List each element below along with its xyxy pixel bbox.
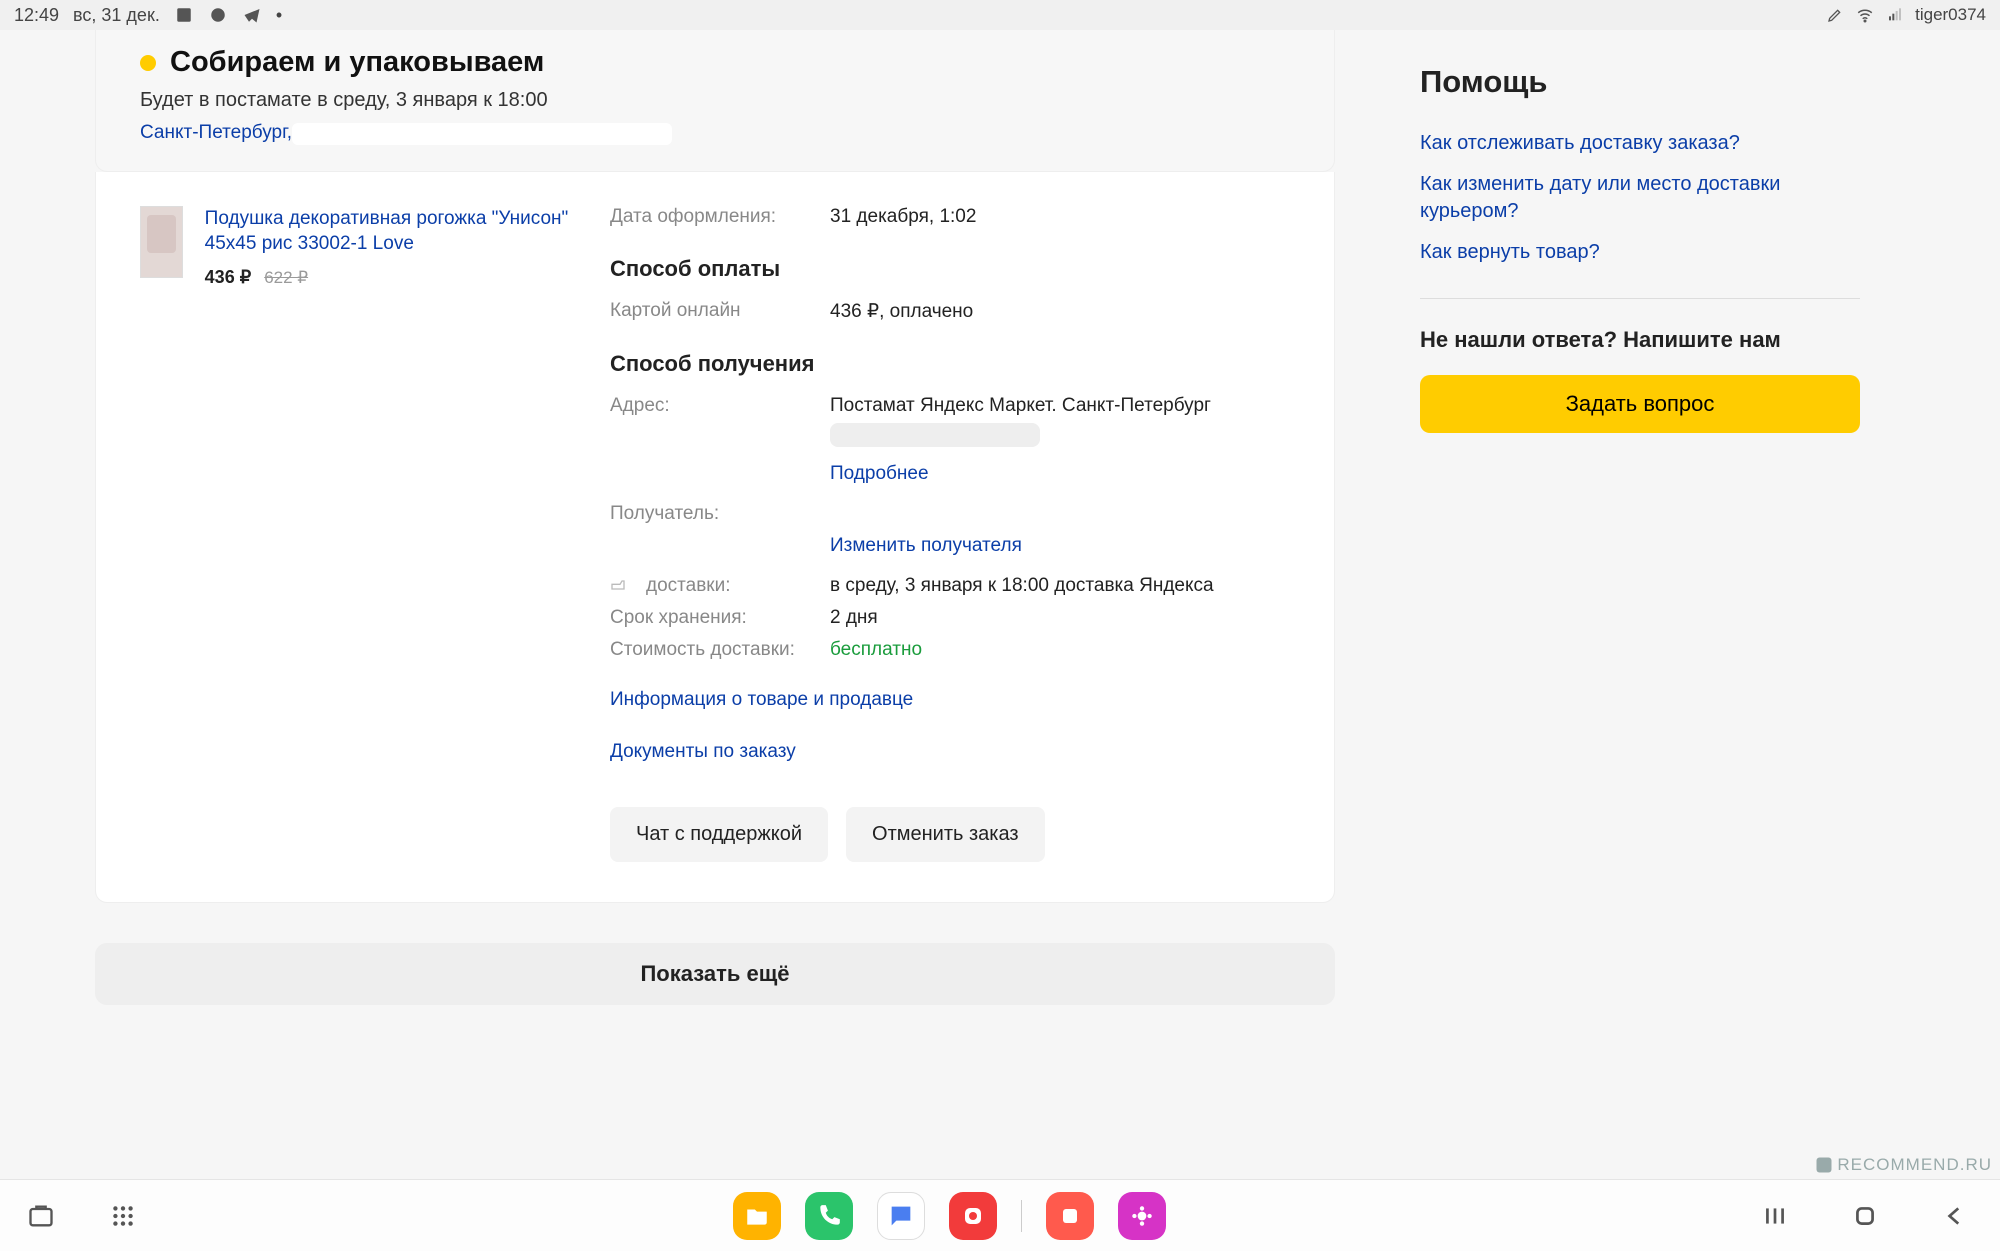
- storage-value: 2 дня: [830, 607, 1290, 629]
- delivery-cost-label: Стоимость доставки:: [610, 639, 830, 661]
- product-old-price: 622 ₽: [264, 268, 308, 287]
- status-title: Собираем и упаковываем: [170, 46, 544, 79]
- status-time: 12:49: [14, 5, 59, 26]
- support-chat-button[interactable]: Чат с поддержкой: [610, 807, 828, 862]
- address-value: Постамат Яндекс Маркет. Санкт-Петербург: [830, 395, 1211, 416]
- product-seller-info-link[interactable]: Информация о товаре и продавце: [610, 689, 1290, 711]
- nav-separator: [1021, 1200, 1022, 1232]
- address-label: Адрес:: [610, 395, 830, 417]
- ask-question-button[interactable]: Задать вопрос: [1420, 375, 1860, 433]
- redacted-address-line: [830, 423, 1040, 447]
- wifi-icon: [1855, 5, 1875, 25]
- change-recipient-link[interactable]: Изменить получателя: [830, 535, 1022, 556]
- address-more-link[interactable]: Подробнее: [830, 463, 929, 485]
- redacted-address: [292, 123, 672, 145]
- show-more-button[interactable]: Показать ещё: [95, 943, 1335, 1005]
- cancel-order-button[interactable]: Отменить заказ: [846, 807, 1045, 862]
- nav-home-icon[interactable]: [1848, 1199, 1882, 1233]
- telegram-notif-icon: [208, 5, 228, 25]
- pen-icon: [1825, 5, 1845, 25]
- nav-back-icon[interactable]: [1938, 1199, 1972, 1233]
- product-price: 436 ₽ 622 ₽: [205, 267, 610, 288]
- storage-label: Срок хранения:: [610, 607, 830, 629]
- product-thumbnail[interactable]: [140, 206, 183, 278]
- product-name-link[interactable]: Подушка декоративная рогожка "Унисон" 45…: [205, 206, 610, 257]
- app-messages-icon[interactable]: [877, 1192, 925, 1240]
- app-camera-icon[interactable]: [949, 1192, 997, 1240]
- help-sidebar: Помощь Как отслеживать доставку заказа? …: [1420, 30, 1860, 433]
- recipient-label: Получатель:: [610, 503, 830, 525]
- app-todoist-icon[interactable]: [1046, 1192, 1094, 1240]
- delivery-date-label: доставки:: [610, 575, 830, 597]
- watermark: RECOMMEND.RU: [1815, 1155, 1992, 1175]
- help-link-reschedule[interactable]: Как изменить дату или место доставки кур…: [1420, 171, 1860, 225]
- order-date-label: Дата оформления:: [610, 206, 830, 228]
- order-status-card: Собираем и упаковываем Будет в постамате…: [95, 30, 1335, 172]
- help-link-return[interactable]: Как вернуть товар?: [1420, 239, 1860, 266]
- status-eta: Будет в постамате в среду, 3 января к 18…: [140, 89, 1290, 112]
- payment-value: 436 ₽, оплачено: [830, 300, 1290, 323]
- apps-grid-icon[interactable]: [106, 1199, 140, 1233]
- android-navbar: [0, 1179, 2000, 1251]
- gallery-icon: [174, 5, 194, 25]
- app-phone-icon[interactable]: [805, 1192, 853, 1240]
- delivery-cost-value: бесплатно: [830, 639, 1290, 661]
- divider: [1420, 298, 1860, 299]
- telegram-icon: [242, 5, 262, 25]
- status-city-link[interactable]: Санкт-Петербург,: [140, 122, 292, 144]
- order-date-value: 31 декабря, 1:02: [830, 206, 1290, 228]
- payment-method-label: Картой онлайн: [610, 300, 830, 322]
- order-documents-link[interactable]: Документы по заказу: [610, 741, 1290, 763]
- more-dot: •: [276, 5, 282, 26]
- status-user: tiger0374: [1915, 5, 1986, 25]
- delivery-header: Способ получения: [610, 351, 1290, 377]
- app-gallery-icon[interactable]: [1118, 1192, 1166, 1240]
- order-details-card: Подушка декоративная рогожка "Унисон" 45…: [95, 172, 1335, 903]
- app-files-icon[interactable]: [733, 1192, 781, 1240]
- status-indicator-icon: [140, 55, 156, 71]
- signal-icon: [1885, 5, 1905, 25]
- status-date: вс, 31 дек.: [73, 5, 160, 26]
- help-subtitle: Не нашли ответа? Напишите нам: [1420, 327, 1860, 353]
- screenshot-icon[interactable]: [24, 1199, 58, 1233]
- help-title: Помощь: [1420, 64, 1860, 100]
- delivery-date-value: в среду, 3 января к 18:00 доставка Яндек…: [830, 575, 1290, 597]
- android-statusbar: 12:49 вс, 31 дек. • tiger0374: [0, 0, 2000, 30]
- payment-header: Способ оплаты: [610, 256, 1290, 282]
- nav-recent-icon[interactable]: [1758, 1199, 1792, 1233]
- help-link-track[interactable]: Как отслеживать доставку заказа?: [1420, 130, 1860, 157]
